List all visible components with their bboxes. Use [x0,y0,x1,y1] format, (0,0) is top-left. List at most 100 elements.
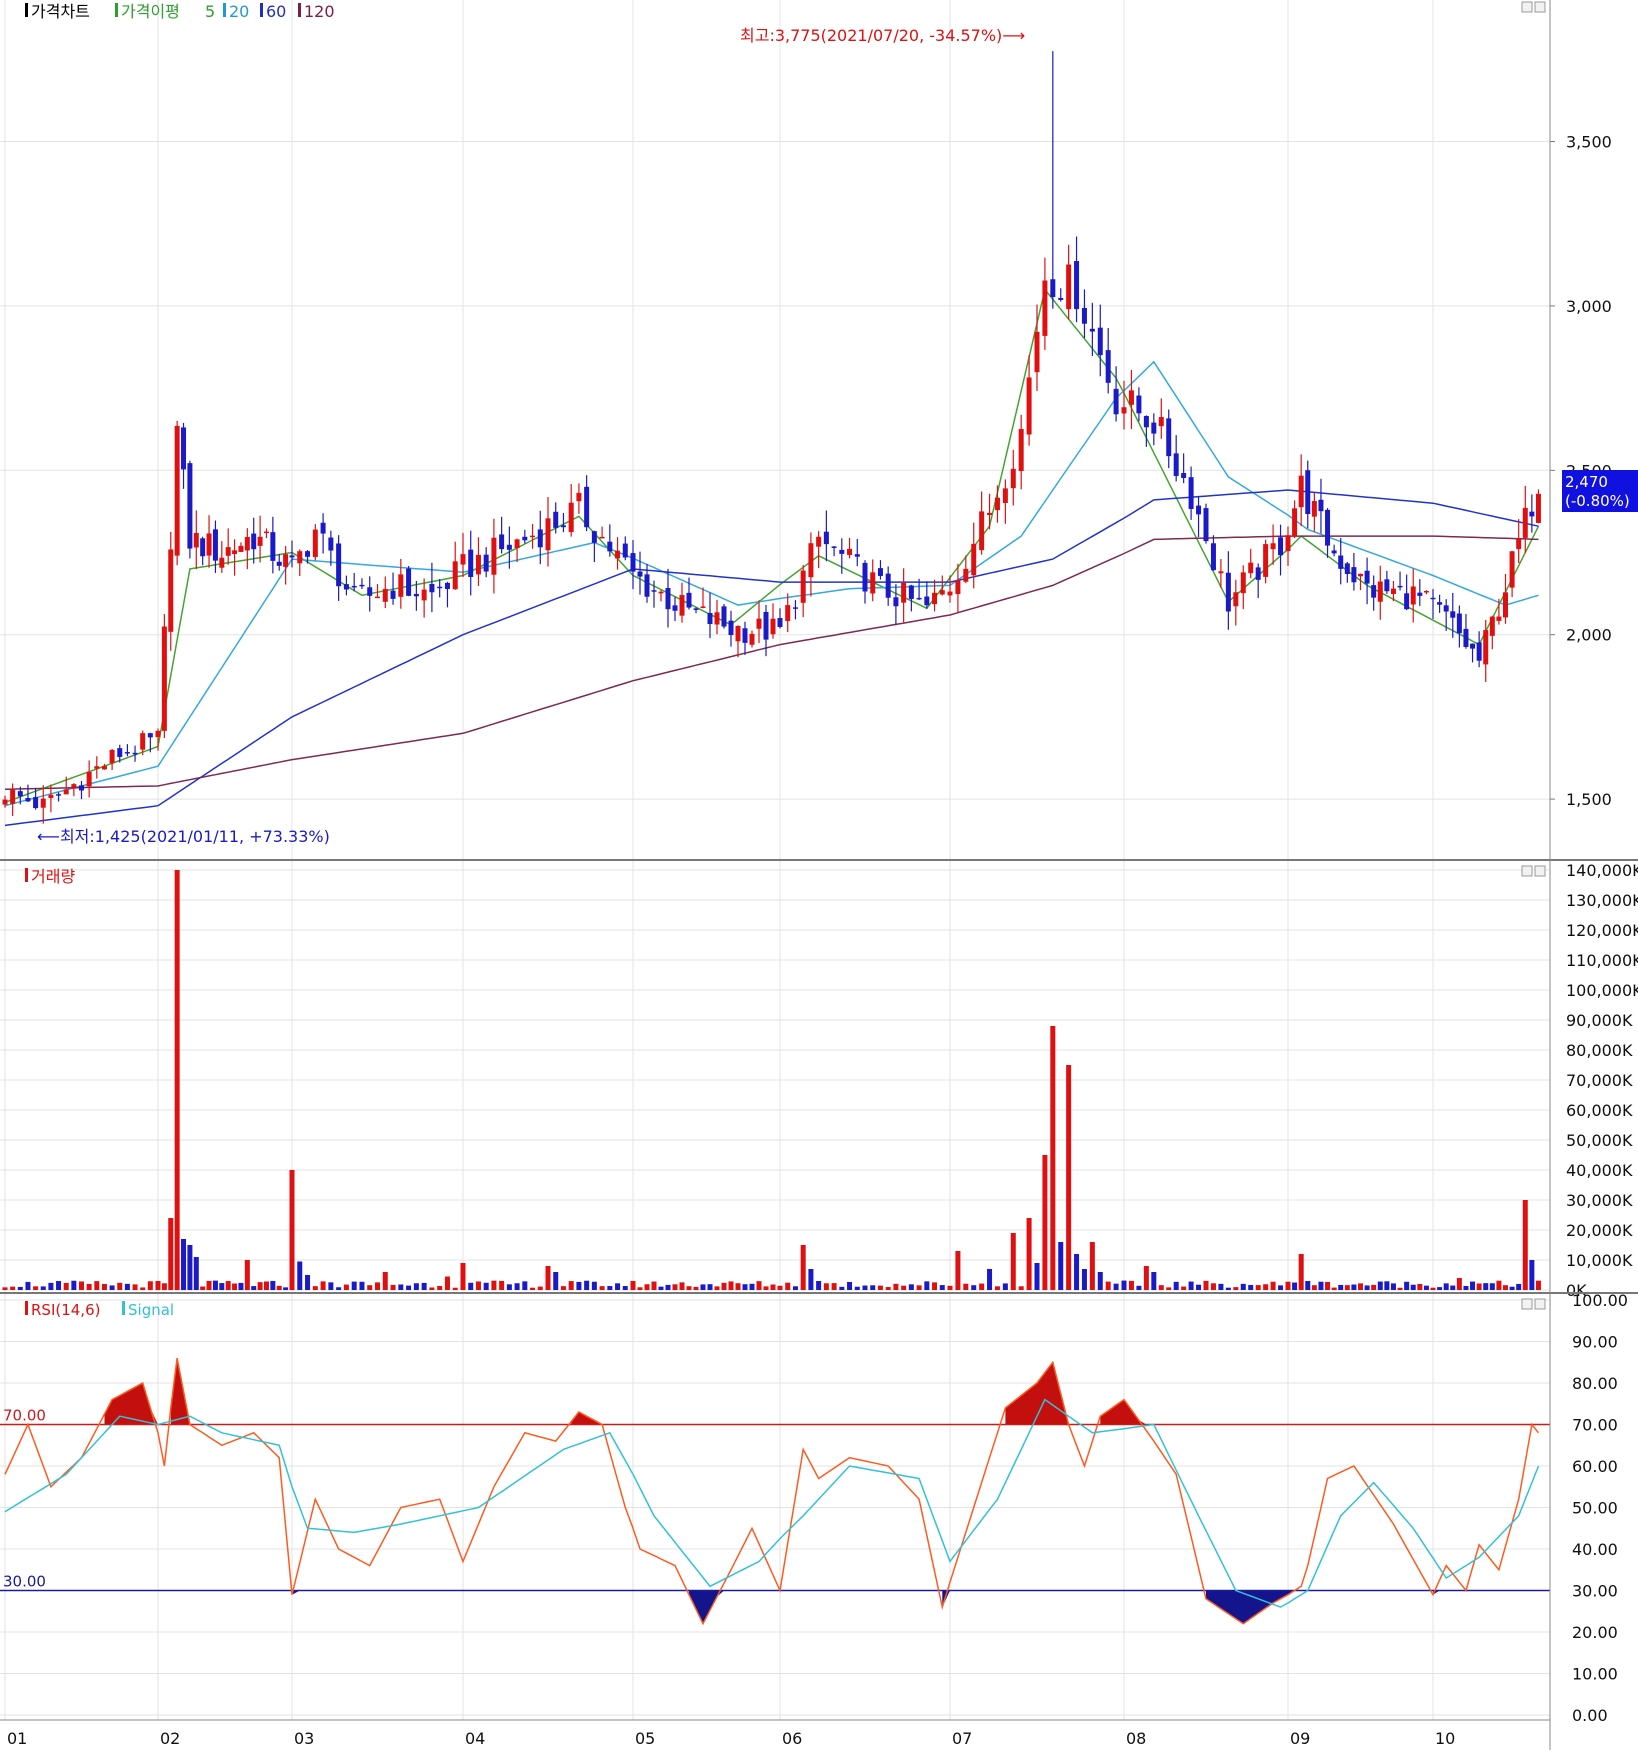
volume-bar [932,1282,938,1290]
volume-bar [916,1285,922,1290]
candle-body [987,512,993,515]
candle-body [1278,537,1284,556]
volume-bar [658,1286,664,1290]
candle-body [721,606,727,627]
volume-y-tick-label: 30,000K [1566,1191,1633,1210]
volume-bar [1263,1284,1269,1290]
volume-bar [452,1287,458,1290]
candle-body [1331,550,1337,554]
price-y-tick-label: 3,000 [1566,297,1612,316]
volume-bar [10,1286,16,1290]
candle-body [916,597,922,600]
candle-body [1423,590,1429,593]
volume-legend: 거래량 [25,867,75,886]
candle-body [735,625,741,642]
volume-bar [700,1284,706,1290]
candle-body [979,511,985,551]
volume-bar [1430,1287,1436,1290]
close-button[interactable] [1534,1298,1546,1310]
volume-bar [756,1281,762,1290]
volume-bar [901,1285,907,1290]
volume-bar [1437,1287,1443,1290]
volume-bar [1136,1285,1142,1290]
candle-body [665,588,671,610]
rsi-y-tick-label: 90.00 [1572,1333,1618,1352]
candle-body [1105,350,1111,383]
volume-bar [1292,1282,1298,1290]
volume-bar [1225,1287,1231,1290]
candle-body [168,549,174,632]
volume-bar [1278,1285,1284,1290]
volume-bar [174,870,180,1290]
volume-y-tick-label: 70,000K [1566,1071,1633,1090]
volume-bar [212,1280,218,1290]
candle-body [742,628,748,643]
minimize-button[interactable] [1521,1298,1533,1310]
candle-body [1136,395,1142,414]
candle-body [283,554,289,567]
candle-body [1311,501,1317,517]
candle-body [187,463,193,549]
volume-bar [382,1272,388,1290]
rsi-y-tick-label: 50.00 [1572,1499,1618,1518]
legend-marker-signal [122,1301,125,1315]
candle-body [1318,499,1324,512]
candle-body [1351,567,1357,583]
candle-body [584,486,590,528]
volume-bar [483,1282,489,1290]
candle-body [707,613,713,625]
volume-bar [25,1281,31,1290]
candle-body [124,752,130,754]
candle-body [576,492,582,502]
volume-bar [1097,1272,1103,1290]
volume-bar [1476,1283,1482,1290]
volume-bar [808,1269,814,1290]
volume-bar [800,1245,806,1290]
candle-body [1173,453,1179,476]
volume-bar [1240,1283,1246,1290]
volume-bar [831,1283,837,1290]
candle-body [514,539,520,549]
close-button[interactable] [1534,1,1546,13]
x-tick-label: 05 [635,1729,655,1748]
volume-bar [1522,1200,1528,1290]
candle-body [823,531,829,545]
candle-body [2,799,8,805]
candle-body [728,620,734,636]
candle-body [174,425,180,556]
candle-body [1390,588,1396,595]
volume-bar [1489,1283,1495,1290]
candle-body [1364,570,1370,584]
candle-body [1210,543,1216,571]
minimize-button[interactable] [1521,865,1533,877]
volume-bar [1470,1281,1476,1290]
volume-bar [854,1286,860,1290]
volume-bar [283,1287,289,1290]
volume-bar [785,1282,791,1290]
volume-y-tick-label: 40,000K [1566,1161,1633,1180]
candle-body [1305,470,1311,515]
volume-bar [924,1281,930,1290]
volume-bar [147,1281,153,1290]
volume-bar [506,1284,512,1290]
candle-body [1270,543,1276,550]
rsi-y-tick-label: 0.00 [1572,1706,1608,1725]
volume-bar [1325,1281,1331,1290]
candle-body [1404,593,1410,610]
ma120-legend: 120 [304,2,335,21]
candle-body [289,555,295,558]
candle-body [770,618,776,635]
minimize-button[interactable] [1521,1,1533,13]
candle-body [1397,585,1403,588]
candle-body [1292,508,1298,537]
volume-bar [132,1284,138,1290]
volume-bar [1002,1283,1008,1290]
candle-body [1470,643,1476,649]
candle-body [1377,581,1383,602]
candle-body [1089,328,1095,332]
close-button[interactable] [1534,865,1546,877]
candle-body [939,590,945,595]
volume-bar [1364,1285,1370,1290]
volume-bar [622,1286,628,1290]
x-tick-label: 06 [782,1729,802,1748]
